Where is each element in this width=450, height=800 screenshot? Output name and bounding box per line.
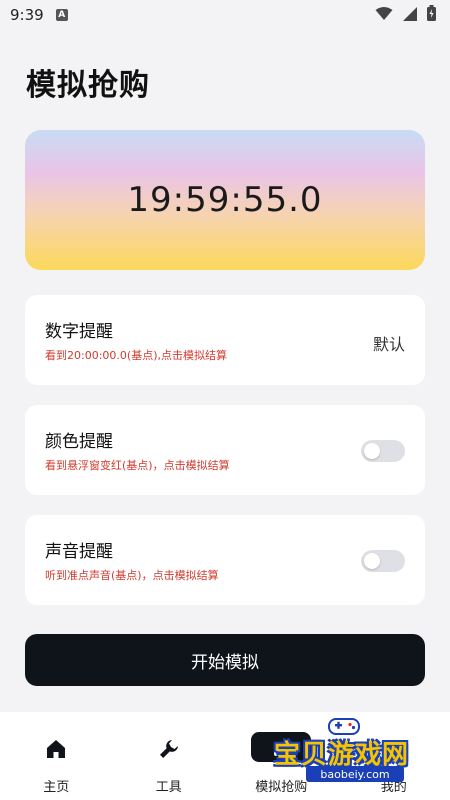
signal-icon — [403, 6, 417, 25]
nav-item-tools[interactable]: 工具 — [113, 712, 226, 800]
nav-label: 工具 — [155, 780, 182, 795]
toggle-knob — [364, 553, 380, 569]
gamepad-icon — [328, 718, 360, 735]
start-simulation-button[interactable]: 开始模拟 — [25, 634, 425, 686]
setting-title: 数字提醒 — [45, 322, 113, 342]
setting-sound-reminder: 声音提醒 听到准点声音(基点)，点击模拟结算 — [25, 515, 425, 605]
home-icon — [43, 736, 69, 762]
timer-display: 19:59:55.0 — [127, 180, 323, 220]
wifi-icon — [375, 6, 393, 25]
setting-title: 声音提醒 — [45, 542, 113, 562]
setting-value[interactable]: 默认 — [373, 331, 405, 355]
battery-icon — [427, 5, 436, 25]
status-icons — [375, 5, 436, 25]
timer-card: 19:59:55.0 — [25, 130, 425, 270]
setting-title: 颜色提醒 — [45, 432, 113, 452]
setting-subtitle: 听到准点声音(基点)，点击模拟结算 — [45, 569, 219, 582]
setting-color-reminder: 颜色提醒 看到悬浮窗变红(基点)，点击模拟结算 — [25, 405, 425, 495]
watermark-logo: 宝贝游戏网 baobeiy.com — [270, 712, 450, 792]
setting-number-reminder[interactable]: 数字提醒 看到20:00:00.0(基点),点击模拟结算 默认 — [25, 295, 425, 385]
status-time: 9:39 — [10, 6, 44, 24]
page-title: 模拟抢购 — [26, 68, 150, 103]
setting-subtitle: 看到20:00:00.0(基点),点击模拟结算 — [45, 349, 227, 362]
notification-icon: A — [55, 9, 68, 21]
toggle-knob — [364, 443, 380, 459]
status-bar: 9:39 A — [0, 0, 450, 30]
color-reminder-toggle[interactable] — [361, 440, 405, 462]
setting-subtitle: 看到悬浮窗变红(基点)，点击模拟结算 — [45, 459, 230, 472]
wrench-icon — [156, 736, 182, 762]
nav-label: 主页 — [43, 780, 70, 795]
watermark-url: baobeiy.com — [306, 766, 404, 782]
nav-item-home[interactable]: 主页 — [0, 712, 113, 800]
sound-reminder-toggle[interactable] — [361, 550, 405, 572]
